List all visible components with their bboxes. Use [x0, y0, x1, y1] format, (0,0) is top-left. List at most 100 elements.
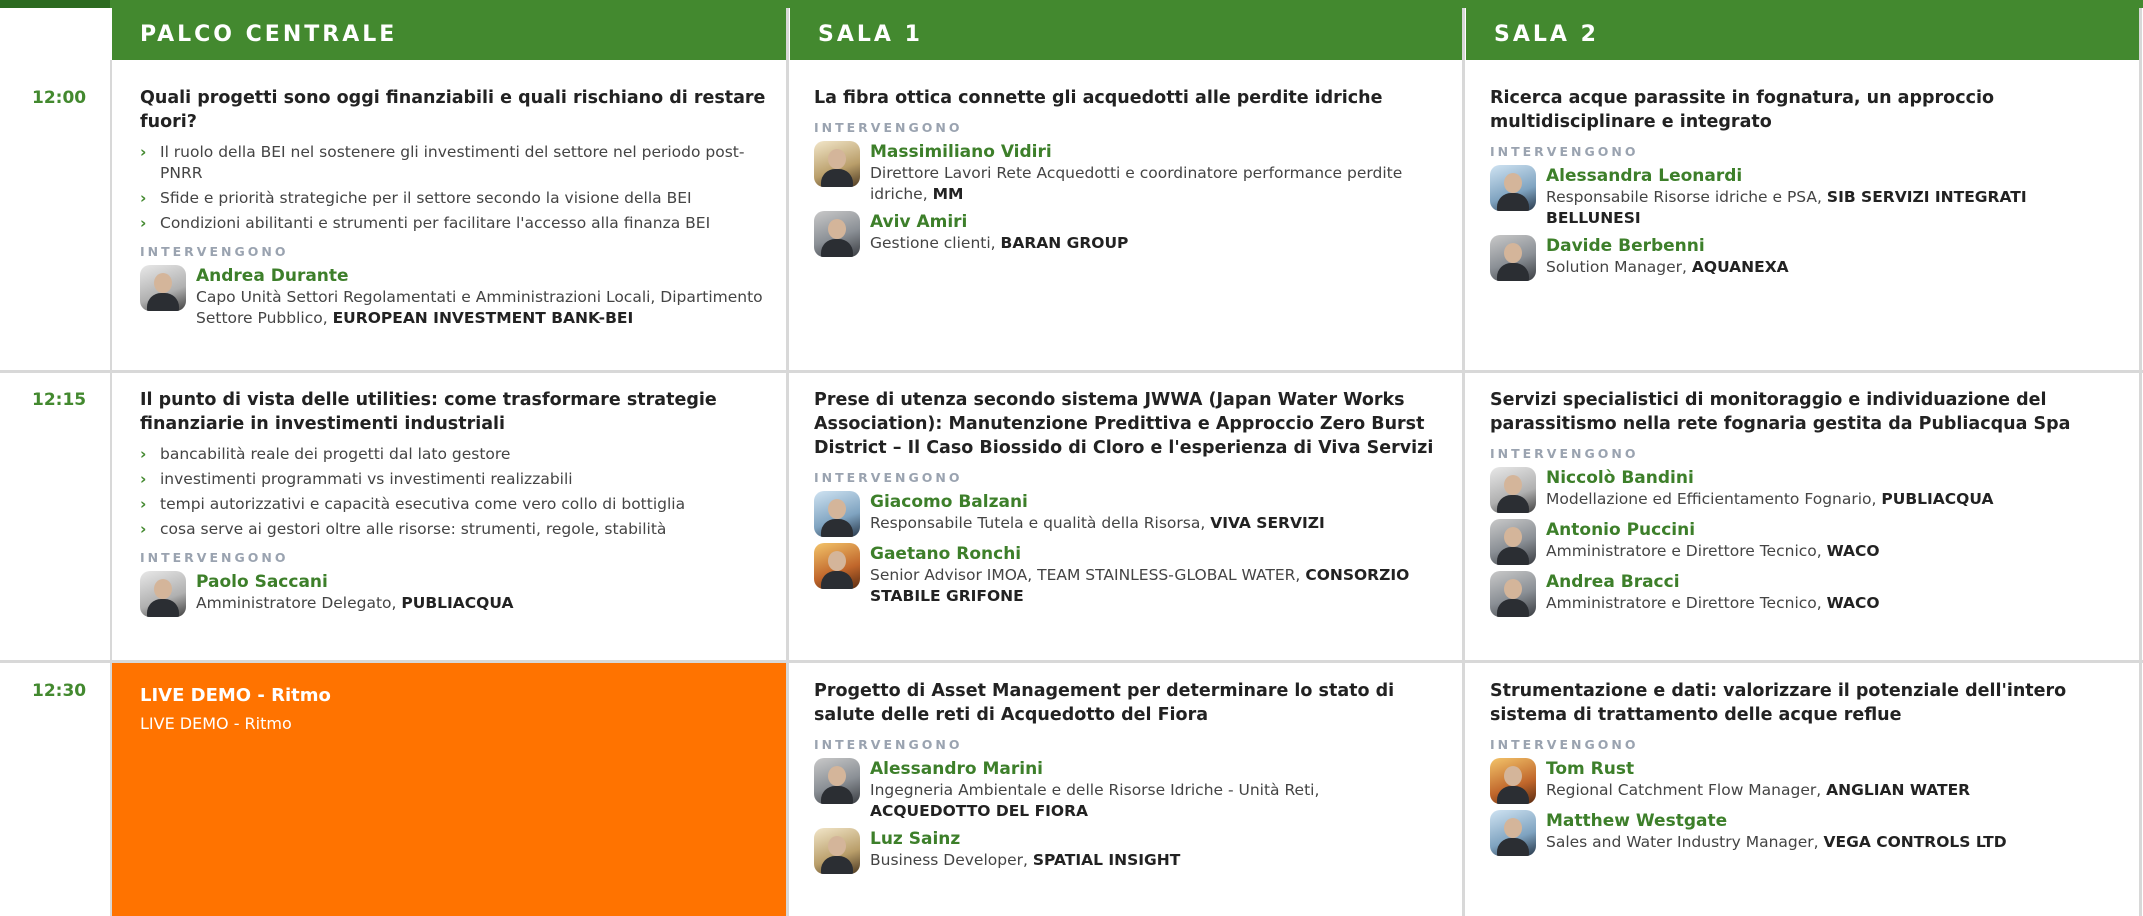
topic-item: › Sfide e priorità strategiche per il set…	[140, 189, 692, 207]
speaker-role: Amministratore Delegato, PUBLIACQUA	[196, 594, 514, 612]
column-header-sala1: SALA 1	[790, 8, 1462, 60]
session-cell[interactable]: Progetto di Asset Management per determi…	[814, 679, 1444, 874]
speaker-role: Direttore Lavori Rete Acquedotti e coord…	[870, 164, 1403, 203]
speakers-label: INTERVENGONO	[140, 244, 289, 259]
session-cell[interactable]: Quali progetti sono oggi finanziabili e …	[140, 86, 770, 329]
speaker-name: Tom Rust	[1546, 759, 1635, 779]
speakers-label: INTERVENGONO	[814, 470, 963, 485]
session-title: Il punto di vista delle utilities: come …	[140, 390, 717, 434]
speaker-role: Gestione clienti, BARAN GROUP	[870, 234, 1129, 252]
column-header-sala2: SALA 2	[1466, 8, 2139, 60]
chevron-right-icon: ›	[140, 495, 147, 513]
speaker-name: Massimiliano Vidiri	[870, 142, 1052, 162]
session-cell[interactable]: Prese di utenza secondo sistema JWWA (Ja…	[814, 388, 1444, 607]
chevron-right-icon: ›	[140, 470, 147, 488]
speaker-role: Modellazione ed Efficientamento Fognario…	[1546, 490, 1994, 508]
speaker[interactable]: Gaetano Ronchi Senior Advisor IMOA, TEAM…	[814, 543, 1444, 607]
speaker-name: Aviv Amiri	[870, 212, 968, 232]
speaker-name: Gaetano Ronchi	[870, 544, 1022, 564]
topic-item: › Condizioni abilitanti e strumenti per f…	[140, 214, 711, 232]
session-title: Progetto di Asset Management per determi…	[814, 681, 1395, 725]
topic-item: › bancabilità reale dei progetti dal lato…	[140, 445, 511, 463]
session-title: La fibra ottica connette gli acquedotti …	[814, 88, 1383, 108]
speaker-name: Paolo Saccani	[196, 572, 328, 592]
speaker-name: Luz Sainz	[870, 829, 961, 849]
session-title: Servizi specialistici di monitoraggio e …	[1490, 390, 2071, 434]
speakers-label: INTERVENGONO	[814, 737, 963, 752]
column-header-palco: PALCO CENTRALE	[112, 8, 786, 60]
topic-item: › tempi autorizzativi e capacità esecutiv…	[140, 495, 686, 513]
session-cell[interactable]: La fibra ottica connette gli acquedotti …	[814, 86, 1444, 257]
session-title: Prese di utenza secondo sistema JWWA (Ja…	[814, 390, 1434, 458]
speakers-label: INTERVENGONO	[1490, 446, 1639, 461]
avatar	[140, 571, 186, 617]
speaker-role: Senior Advisor IMOA, TEAM STAINLESS-GLOB…	[870, 566, 1410, 605]
speaker[interactable]: Matthew Westgate Sales and Water Industr…	[1490, 810, 2120, 856]
top-bar	[0, 0, 2143, 8]
session-cell[interactable]: Il punto di vista delle utilities: come …	[140, 388, 770, 617]
speaker-role: Ingegneria Ambientale e delle Risorse Id…	[870, 781, 1320, 820]
chevron-right-icon: ›	[140, 189, 147, 207]
speaker-role: Amministratore e Direttore Tecnico, WACO	[1546, 542, 1880, 560]
column-divider-2	[1462, 8, 1465, 916]
speaker-name: Davide Berbenni	[1546, 236, 1705, 256]
speaker[interactable]: Tom Rust Regional Catchment Flow Manager…	[1490, 758, 2120, 804]
speaker-role: Sales and Water Industry Manager, VEGA C…	[1546, 833, 2007, 851]
avatar	[1490, 758, 1536, 804]
speakers-label: INTERVENGONO	[814, 120, 963, 135]
speaker-name: Alessandra Leonardi	[1546, 166, 1743, 186]
speaker-role: Business Developer, SPATIAL INSIGHT	[870, 851, 1181, 869]
speaker[interactable]: Davide Berbenni Solution Manager, AQUANE…	[1490, 235, 2120, 281]
time-slot-1215: 12:15	[32, 390, 87, 410]
topic-item: › Il ruolo della BEI nel sostenere gli in…	[140, 143, 745, 182]
speaker[interactable]: Massimiliano Vidiri Direttore Lavori Ret…	[814, 141, 1444, 205]
column-divider-3	[2139, 8, 2142, 916]
session-title: Quali progetti sono oggi finanziabili e …	[140, 88, 766, 132]
top-bar-accent	[0, 0, 110, 8]
avatar	[814, 211, 860, 257]
time-slot-1230: 12:30	[32, 681, 87, 701]
avatar	[814, 828, 860, 874]
speaker[interactable]: Aviv Amiri Gestione clienti, BARAN GROUP	[814, 211, 1444, 257]
speaker-name: Matthew Westgate	[1546, 811, 1728, 831]
avatar	[1490, 571, 1536, 617]
speaker-role: Solution Manager, AQUANEXA	[1546, 258, 1789, 276]
session-cell[interactable]: Strumentazione e dati: valorizzare il po…	[1490, 679, 2120, 856]
live-demo-title: LIVE DEMO - Ritmo	[140, 685, 331, 706]
chevron-right-icon: ›	[140, 445, 147, 463]
topic-list: › bancabilità reale dei progetti dal lato…	[140, 444, 770, 540]
chevron-right-icon: ›	[140, 143, 147, 161]
time-slot-1200: 12:00	[32, 88, 87, 108]
avatar	[814, 491, 860, 537]
speaker[interactable]: Andrea Bracci Amministratore e Direttore…	[1490, 571, 2120, 617]
speaker[interactable]: Andrea Durante Capo Unità Settori Regola…	[140, 265, 770, 329]
topic-list: › Il ruolo della BEI nel sostenere gli in…	[140, 142, 770, 234]
session-cell[interactable]: Servizi specialistici di monitoraggio e …	[1490, 388, 2120, 617]
avatar	[1490, 519, 1536, 565]
speakers-label: INTERVENGONO	[140, 550, 289, 565]
speaker[interactable]: Niccolò Bandini Modellazione ed Efficien…	[1490, 467, 2120, 513]
avatar	[1490, 810, 1536, 856]
speaker-name: Alessandro Marini	[870, 759, 1044, 779]
speaker-role: Regional Catchment Flow Manager, ANGLIAN…	[1546, 781, 1971, 799]
column-divider-1	[786, 8, 789, 916]
row-divider-1	[0, 370, 2143, 373]
live-demo-block[interactable]: LIVE DEMO - Ritmo LIVE DEMO - Ritmo	[112, 663, 786, 916]
speaker-name: Niccolò Bandini	[1546, 468, 1694, 488]
session-title: Ricerca acque parassite in fognatura, un…	[1490, 88, 1994, 132]
topic-item: › cosa serve ai gestori oltre alle risors…	[140, 520, 667, 538]
speaker-role: Capo Unità Settori Regolamentati e Ammin…	[196, 288, 763, 327]
speaker[interactable]: Alessandra Leonardi Responsabile Risorse…	[1490, 165, 2120, 229]
speaker[interactable]: Giacomo Balzani Responsabile Tutela e qu…	[814, 491, 1444, 537]
live-demo-subtitle: LIVE DEMO - Ritmo	[140, 714, 292, 733]
speaker[interactable]: Antonio Puccini Amministratore e Diretto…	[1490, 519, 2120, 565]
speaker[interactable]: Paolo Saccani Amministratore Delegato, P…	[140, 571, 770, 617]
speaker-role: Responsabile Tutela e qualità della Riso…	[870, 514, 1325, 532]
speaker-role: Responsabile Risorse idriche e PSA, SIB …	[1546, 188, 2027, 227]
speaker[interactable]: Luz Sainz Business Developer, SPATIAL IN…	[814, 828, 1444, 874]
speaker-name: Giacomo Balzani	[870, 492, 1028, 512]
speaker[interactable]: Alessandro Marini Ingegneria Ambientale …	[814, 758, 1444, 822]
avatar	[1490, 467, 1536, 513]
session-cell[interactable]: Ricerca acque parassite in fognatura, un…	[1490, 86, 2120, 281]
speaker-name: Antonio Puccini	[1546, 520, 1696, 540]
